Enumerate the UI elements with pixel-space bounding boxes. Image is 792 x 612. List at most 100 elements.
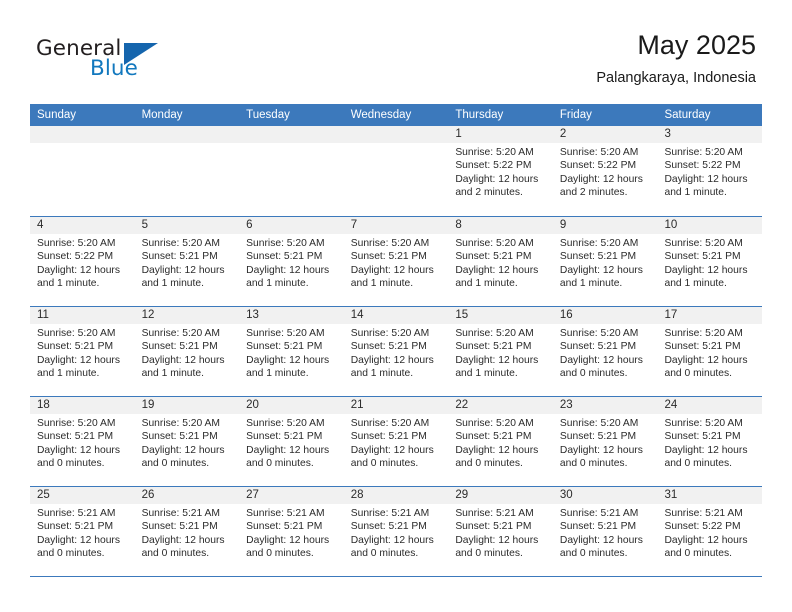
daylight-text-line1: Daylight: 12 hours	[37, 444, 120, 456]
day-number: 19	[134, 397, 240, 414]
day-cell[interactable]: 10 Sunrise: 5:20 AM Sunset: 5:21 PM Dayligh…	[657, 217, 763, 306]
day-cell[interactable]: 22 Sunrise: 5:20 AM Sunset: 5:21 PM Dayligh…	[448, 397, 553, 486]
day-info: Sunrise: 5:21 AM Sunset: 5:21 PM Daylight:…	[239, 504, 344, 561]
daylight-text-line1: Daylight: 12 hours	[664, 264, 748, 276]
daylight-text-line1: Daylight: 12 hours	[664, 444, 748, 456]
sunset-text: Sunset: 5:21 PM	[350, 341, 427, 353]
calendar-grid: Sunday Monday Tuesday Wednesday Thursday…	[30, 104, 763, 577]
day-cell[interactable]: 12 Sunrise: 5:20 AM Sunset: 5:21 PM Dayligh…	[134, 307, 240, 396]
sunset-text: Sunset: 5:22 PM	[37, 251, 114, 263]
day-info: Sunrise: 5:20 AM Sunset: 5:21 PM Daylight:…	[657, 324, 762, 381]
day-number: 25	[30, 487, 135, 504]
sunrise-text: Sunrise: 5:20 AM	[455, 418, 534, 429]
day-info: Sunrise: 5:20 AM Sunset: 5:21 PM Daylight:…	[135, 414, 240, 471]
daylight-text-line2: and 0 minutes.	[559, 458, 628, 470]
day-number: 8	[448, 217, 553, 234]
day-cell[interactable]: 23 Sunrise: 5:20 AM Sunset: 5:21 PM Dayligh…	[552, 397, 658, 486]
sunrise-text: Sunrise: 5:20 AM	[350, 418, 430, 429]
sunrise-text: Sunrise: 5:20 AM	[664, 238, 743, 249]
day-info: Sunrise: 5:20 AM Sunset: 5:21 PM Daylight:…	[448, 414, 553, 471]
day-cell[interactable]: 1 Sunrise: 5:20 AM Sunset: 5:22 PM Daylight…	[448, 126, 553, 216]
day-cell[interactable]: 8 Sunrise: 5:20 AM Sunset: 5:21 PM Daylight…	[448, 217, 553, 306]
day-number: 3	[657, 126, 763, 143]
day-cell[interactable]: 15 Sunrise: 5:20 AM Sunset: 5:21 PM Dayligh…	[448, 307, 553, 396]
sunset-text: Sunset: 5:21 PM	[559, 341, 637, 353]
daylight-text-line1: Daylight: 12 hours	[455, 444, 539, 456]
day-cell[interactable]: 5 Sunrise: 5:20 AM Sunset: 5:21 PM Daylight…	[134, 217, 240, 306]
sunrise-text: Sunrise: 5:20 AM	[141, 328, 220, 339]
daylight-text-line2: and 1 minute.	[37, 278, 100, 290]
day-cell[interactable]: 19 Sunrise: 5:20 AM Sunset: 5:21 PM Dayligh…	[134, 397, 240, 486]
week-row: 18 Sunrise: 5:20 AM Sunset: 5:21 PM Dayligh…	[30, 396, 763, 486]
day-cell[interactable]: 31 Sunrise: 5:21 AM Sunset: 5:22 PM Dayligh…	[657, 487, 763, 576]
brand-logo[interactable]: General Blue	[36, 36, 216, 84]
sunrise-text: Sunrise: 5:21 AM	[141, 508, 220, 519]
day-cell[interactable]: 2 Sunrise: 5:20 AM Sunset: 5:22 PM Daylight…	[552, 126, 658, 216]
day-cell[interactable]: 4 Sunrise: 5:20 AM Sunset: 5:22 PM Daylight…	[30, 217, 135, 306]
day-cell[interactable]: 21 Sunrise: 5:20 AM Sunset: 5:21 PM Dayligh…	[343, 397, 449, 486]
day-cell[interactable]: 24 Sunrise: 5:20 AM Sunset: 5:21 PM Dayligh…	[657, 397, 763, 486]
daylight-text-line1: Daylight: 12 hours	[141, 534, 225, 546]
day-cell-empty	[343, 126, 449, 216]
day-info: Sunrise: 5:21 AM Sunset: 5:21 PM Daylight:…	[344, 504, 449, 561]
day-number: 16	[552, 307, 658, 324]
day-number	[134, 126, 240, 143]
daylight-text-line2: and 1 minute.	[664, 187, 727, 199]
sunset-text: Sunset: 5:21 PM	[141, 431, 218, 443]
day-cell[interactable]: 14 Sunrise: 5:20 AM Sunset: 5:21 PM Dayligh…	[343, 307, 449, 396]
sunrise-text: Sunrise: 5:21 AM	[350, 508, 430, 519]
day-number: 30	[552, 487, 658, 504]
sunset-text: Sunset: 5:21 PM	[37, 521, 114, 533]
day-cell[interactable]: 3 Sunrise: 5:20 AM Sunset: 5:22 PM Daylight…	[657, 126, 763, 216]
day-cell[interactable]: 28 Sunrise: 5:21 AM Sunset: 5:21 PM Dayligh…	[343, 487, 449, 576]
day-cell[interactable]: 29 Sunrise: 5:21 AM Sunset: 5:21 PM Dayligh…	[448, 487, 553, 576]
daylight-text-line2: and 0 minutes.	[559, 368, 628, 380]
sunrise-text: Sunrise: 5:20 AM	[455, 238, 534, 249]
day-info: Sunrise: 5:20 AM Sunset: 5:21 PM Daylight:…	[657, 234, 762, 291]
daylight-text-line1: Daylight: 12 hours	[455, 534, 539, 546]
day-cell[interactable]: 6 Sunrise: 5:20 AM Sunset: 5:21 PM Daylight…	[239, 217, 344, 306]
sunrise-text: Sunrise: 5:21 AM	[664, 508, 743, 519]
daylight-text-line1: Daylight: 12 hours	[37, 354, 120, 366]
day-cell[interactable]: 25 Sunrise: 5:21 AM Sunset: 5:21 PM Dayligh…	[30, 487, 135, 576]
sunrise-text: Sunrise: 5:20 AM	[559, 238, 639, 249]
daylight-text-line1: Daylight: 12 hours	[559, 264, 643, 276]
weekday-friday: Friday	[559, 109, 592, 121]
day-cell[interactable]: 26 Sunrise: 5:21 AM Sunset: 5:21 PM Dayligh…	[134, 487, 240, 576]
day-cell[interactable]: 17 Sunrise: 5:20 AM Sunset: 5:21 PM Dayligh…	[657, 307, 763, 396]
daylight-text-line1: Daylight: 12 hours	[664, 173, 748, 185]
page-title: May 2025	[637, 30, 756, 60]
week-row: 11 Sunrise: 5:20 AM Sunset: 5:21 PM Dayligh…	[30, 306, 763, 396]
day-number: 31	[657, 487, 763, 504]
sunset-text: Sunset: 5:21 PM	[559, 431, 637, 443]
sunrise-text: Sunrise: 5:20 AM	[246, 238, 325, 249]
day-cell[interactable]: 13 Sunrise: 5:20 AM Sunset: 5:21 PM Dayligh…	[239, 307, 344, 396]
weekday-wednesday: Wednesday	[350, 109, 412, 121]
day-cell[interactable]: 18 Sunrise: 5:20 AM Sunset: 5:21 PM Dayligh…	[30, 397, 135, 486]
daylight-text-line1: Daylight: 12 hours	[350, 264, 434, 276]
day-cell[interactable]: 20 Sunrise: 5:20 AM Sunset: 5:21 PM Dayligh…	[239, 397, 344, 486]
day-cell[interactable]: 30 Sunrise: 5:21 AM Sunset: 5:21 PM Dayligh…	[552, 487, 658, 576]
day-info: Sunrise: 5:20 AM Sunset: 5:21 PM Daylight:…	[553, 234, 658, 291]
day-cell[interactable]: 16 Sunrise: 5:20 AM Sunset: 5:21 PM Dayligh…	[552, 307, 658, 396]
day-cell[interactable]: 9 Sunrise: 5:20 AM Sunset: 5:21 PM Daylight…	[552, 217, 658, 306]
day-cell[interactable]: 7 Sunrise: 5:20 AM Sunset: 5:21 PM Daylight…	[343, 217, 449, 306]
sunset-text: Sunset: 5:21 PM	[37, 431, 114, 443]
sunset-text: Sunset: 5:21 PM	[350, 431, 427, 443]
day-cell[interactable]: 27 Sunrise: 5:21 AM Sunset: 5:21 PM Dayligh…	[239, 487, 344, 576]
weekday-header-row: Sunday Monday Tuesday Wednesday Thursday…	[30, 104, 762, 126]
day-cell[interactable]: 11 Sunrise: 5:20 AM Sunset: 5:21 PM Dayligh…	[30, 307, 135, 396]
daylight-text-line2: and 0 minutes.	[37, 458, 105, 470]
day-number: 14	[343, 307, 449, 324]
sunrise-text: Sunrise: 5:20 AM	[37, 328, 116, 339]
daylight-text-line2: and 0 minutes.	[664, 368, 733, 380]
daylight-text-line2: and 0 minutes.	[664, 458, 733, 470]
day-info: Sunrise: 5:20 AM Sunset: 5:22 PM Daylight:…	[448, 143, 553, 200]
daylight-text-line1: Daylight: 12 hours	[37, 264, 120, 276]
sunrise-text: Sunrise: 5:20 AM	[350, 328, 430, 339]
daylight-text-line1: Daylight: 12 hours	[246, 264, 330, 276]
day-info: Sunrise: 5:21 AM Sunset: 5:22 PM Daylight:…	[657, 504, 762, 561]
day-info: Sunrise: 5:20 AM Sunset: 5:21 PM Daylight:…	[135, 324, 240, 381]
day-info: Sunrise: 5:21 AM Sunset: 5:21 PM Daylight:…	[30, 504, 135, 561]
sunset-text: Sunset: 5:21 PM	[350, 521, 427, 533]
